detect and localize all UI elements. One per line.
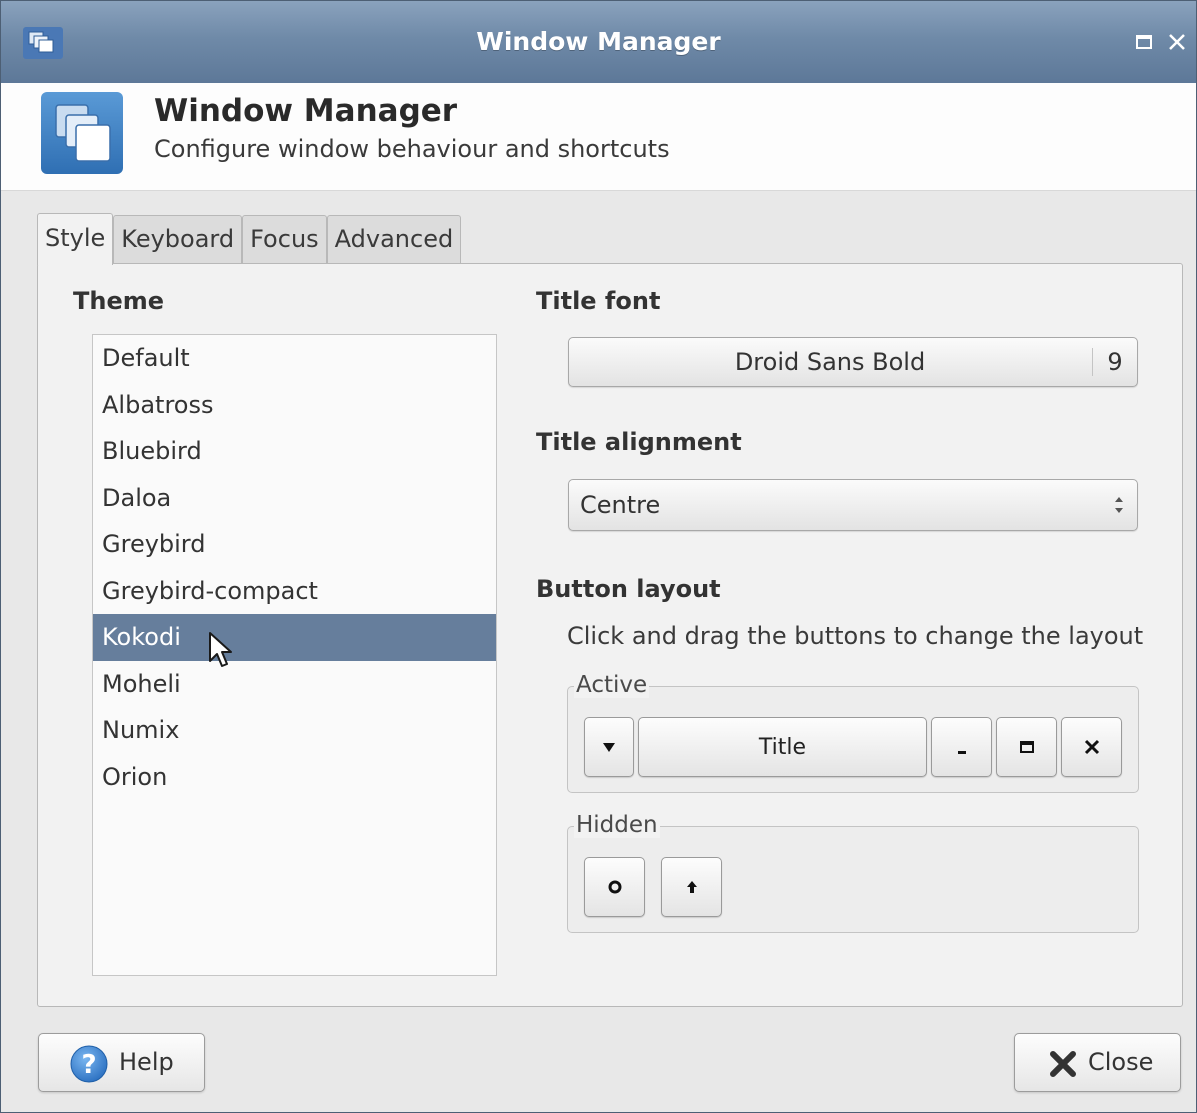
maximize-icon[interactable] [1131, 29, 1157, 55]
tab-bar: Style Keyboard Focus Advanced [37, 213, 462, 265]
active-label: Active [574, 672, 650, 698]
title-font-name: Droid Sans Bold [734, 348, 926, 376]
up-down-arrows-icon [1115, 497, 1123, 513]
button-layout-label: Button layout [536, 575, 721, 603]
title-bar[interactable]: Window Manager [1, 1, 1196, 83]
window-title: Window Manager [476, 27, 721, 56]
theme-item-default[interactable]: Default [93, 335, 496, 382]
stick-button[interactable] [584, 857, 645, 917]
help-icon: ? [70, 1045, 108, 1083]
theme-list[interactable]: Default Albatross Bluebird Daloa Greybir… [92, 334, 497, 976]
theme-item-bluebird[interactable]: Bluebird [93, 428, 496, 475]
menu-triangle-icon [603, 743, 615, 752]
theme-item-kokodi[interactable]: Kokodi [93, 614, 496, 661]
page-title: Window Manager [154, 93, 458, 129]
hidden-buttons-frame [567, 826, 1139, 933]
hidden-label: Hidden [574, 812, 660, 838]
title-alignment-value: Centre [580, 491, 661, 519]
window-manager-dialog: Window Manager Window Manager Configure … [0, 0, 1197, 1113]
tab-style[interactable]: Style [37, 213, 114, 265]
tab-advanced[interactable]: Advanced [326, 215, 462, 263]
close-icon [1050, 1051, 1076, 1077]
close-button[interactable] [1061, 717, 1122, 777]
close-icon[interactable] [1164, 29, 1190, 55]
title-alignment-label: Title alignment [536, 428, 742, 456]
theme-item-greybird-compact[interactable]: Greybird-compact [93, 568, 496, 615]
menu-button[interactable] [584, 717, 634, 777]
circle-icon [608, 880, 621, 894]
title-font-size: 9 [1107, 348, 1123, 376]
theme-item-daloa[interactable]: Daloa [93, 475, 496, 522]
window-manager-icon [41, 92, 123, 174]
theme-item-orion[interactable]: Orion [93, 754, 496, 801]
minimize-icon [957, 751, 966, 754]
help-button[interactable]: ? Help [38, 1033, 205, 1092]
up-arrow-icon [686, 881, 697, 893]
minimize-button[interactable] [931, 717, 992, 777]
title-font-button[interactable]: Droid Sans Bold 9 [568, 337, 1138, 387]
close-dialog-button[interactable]: Close [1014, 1033, 1181, 1092]
maximize-button[interactable] [996, 717, 1057, 777]
shade-button[interactable] [661, 857, 722, 917]
close-button-label: Close [1088, 1048, 1154, 1076]
theme-item-greybird[interactable]: Greybird [93, 521, 496, 568]
close-icon [1084, 739, 1099, 755]
theme-item-albatross[interactable]: Albatross [93, 382, 496, 429]
mouse-pointer-icon [209, 632, 232, 667]
page-subtitle: Configure window behaviour and shortcuts [154, 135, 670, 163]
theme-label: Theme [73, 287, 165, 315]
maximize-icon [1019, 741, 1034, 753]
button-layout-hint: Click and drag the buttons to change the… [567, 622, 1144, 650]
dialog-header: Window Manager Configure window behaviou… [1, 83, 1196, 191]
title-button[interactable]: Title [638, 717, 927, 777]
svg-text:?: ? [81, 1050, 96, 1080]
help-button-label: Help [119, 1048, 174, 1076]
tab-focus[interactable]: Focus [242, 215, 327, 263]
title-alignment-select[interactable]: Centre [568, 479, 1138, 531]
theme-item-moheli[interactable]: Moheli [93, 661, 496, 708]
theme-item-numix[interactable]: Numix [93, 707, 496, 754]
title-button-label: Title [758, 734, 807, 760]
title-font-label: Title font [536, 287, 661, 315]
tab-keyboard[interactable]: Keyboard [113, 215, 243, 263]
